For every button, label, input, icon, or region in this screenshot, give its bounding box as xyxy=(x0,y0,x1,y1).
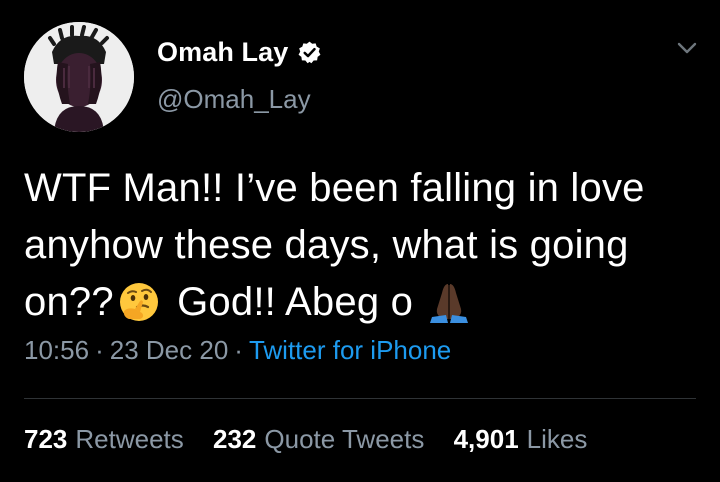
tweet-text-line-3: on?? God!! Abeg o xyxy=(24,274,704,331)
tweet-text-line-2: anyhow these days, what is going xyxy=(24,223,629,267)
author-handle[interactable]: @Omah_Lay xyxy=(157,84,311,115)
meta-separator: · xyxy=(95,335,104,365)
retweets-stat[interactable]: 723 Retweets xyxy=(24,424,184,454)
likes-count: 4,901 xyxy=(453,424,519,454)
chevron-down-icon[interactable] xyxy=(674,38,700,58)
tweet-stats: 723 Retweets 232 Quote Tweets 4,901 Likes xyxy=(24,424,609,455)
author-name-row[interactable]: Omah Lay xyxy=(157,34,322,70)
meta-separator: · xyxy=(234,335,243,365)
tweet-meta: 10:56 · 23 Dec 20 · Twitter for iPhone xyxy=(24,335,451,366)
avatar[interactable] xyxy=(24,22,134,132)
divider xyxy=(24,398,696,399)
tweet-text-fragment-a: on?? xyxy=(24,280,114,324)
retweets-count: 723 xyxy=(24,424,68,454)
tweet-detail: Omah Lay @Omah_Lay WTF Man!! I’ve been f… xyxy=(0,0,720,482)
author-display-name[interactable]: Omah Lay xyxy=(157,37,288,68)
verified-badge-icon xyxy=(297,40,322,65)
tweet-text-line-1: WTF Man!! I’ve been falling in love xyxy=(24,166,645,210)
quote-tweets-label: Quote Tweets xyxy=(264,424,425,454)
likes-label: Likes xyxy=(526,424,588,454)
tweet-date: 23 Dec 20 xyxy=(109,335,229,365)
likes-stat[interactable]: 4,901 Likes xyxy=(454,424,588,454)
thinking-face-emoji xyxy=(116,279,162,325)
folded-hands-emoji xyxy=(426,279,472,325)
quote-tweets-stat[interactable]: 232 Quote Tweets xyxy=(213,424,424,454)
tweet-source-link[interactable]: Twitter for iPhone xyxy=(249,335,451,365)
tweet-time: 10:56 xyxy=(24,335,90,365)
tweet-text: WTF Man!! I’ve been falling in love anyh… xyxy=(24,160,704,331)
quote-tweets-count: 232 xyxy=(213,424,257,454)
tweet-text-fragment-b: God!! Abeg o xyxy=(165,280,425,324)
retweets-label: Retweets xyxy=(75,424,184,454)
